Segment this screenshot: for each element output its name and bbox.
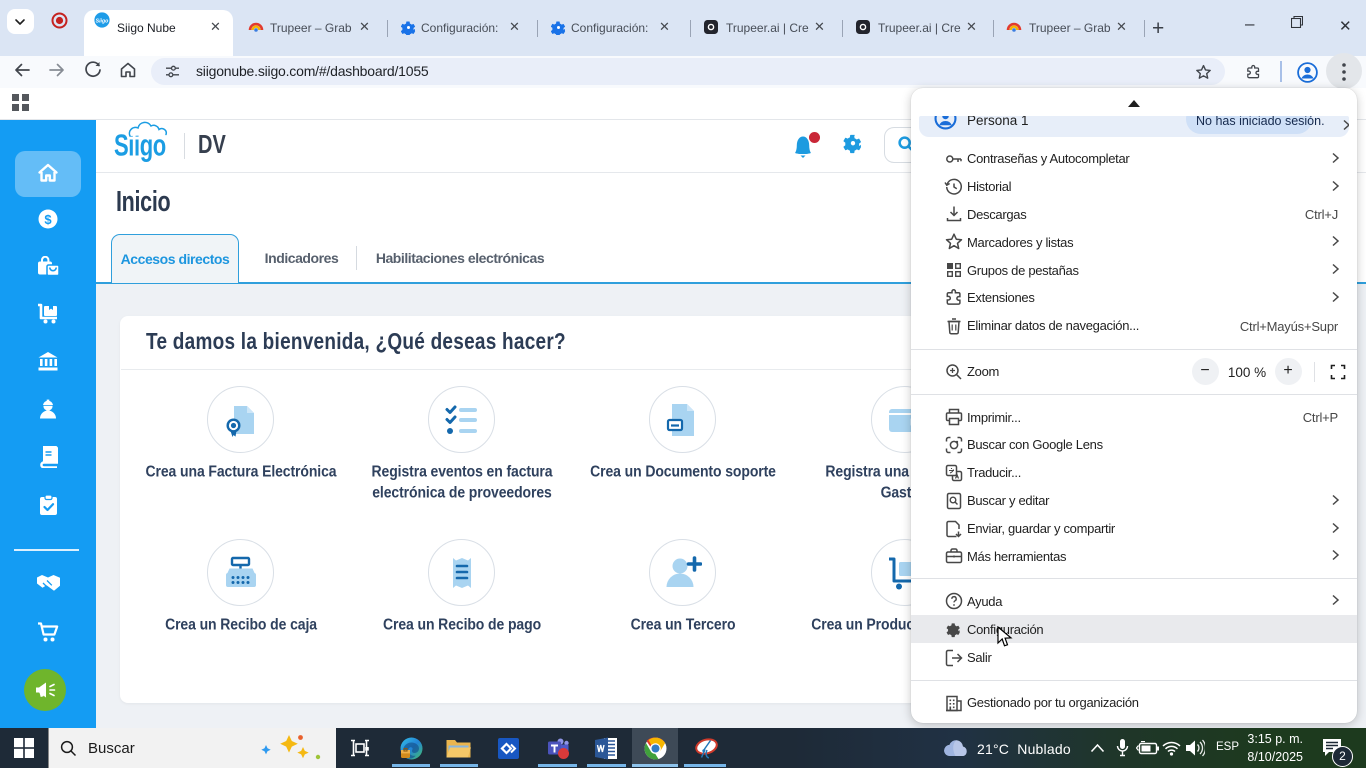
- svg-text:$: $: [44, 212, 52, 227]
- svg-text:Siigo: Siigo: [96, 18, 109, 24]
